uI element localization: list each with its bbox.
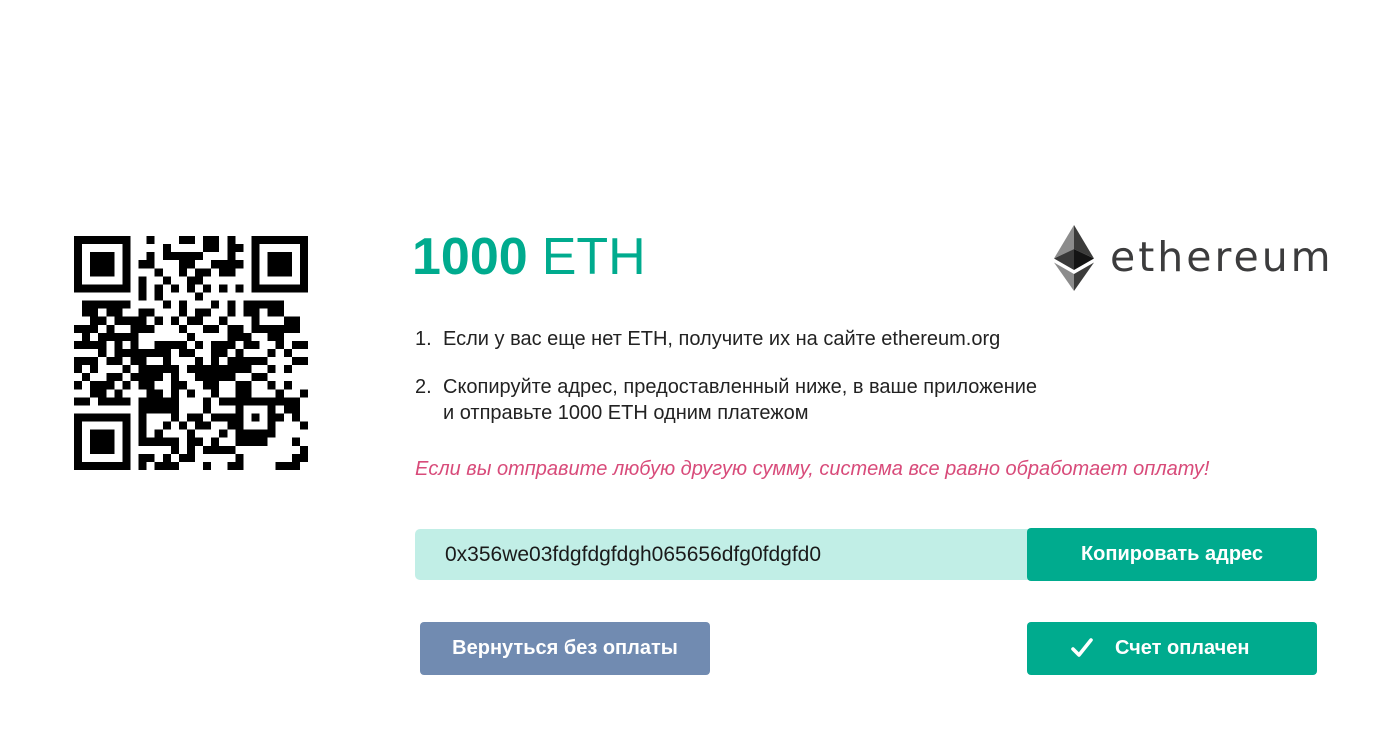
amount-warning: Если вы отправите любую другую сумму, си…	[415, 458, 1210, 480]
logo-text: ethereum	[1110, 233, 1334, 281]
step-text: Если у вас еще нет ETH, получите их на с…	[443, 328, 1001, 350]
instructions-list: 1. Если у вас еще нет ETH, получите их н…	[415, 326, 1115, 426]
payment-page: 1000 ETH ethereum 1. Если у вас еще нет E…	[0, 0, 1400, 750]
step-text-line-1: Скопируйте адрес, предоставленный ниже, …	[443, 376, 1038, 398]
check-icon	[1071, 638, 1093, 658]
instruction-step-2: 2. Скопируйте адрес, предоставленный ниж…	[415, 374, 1115, 426]
payment-amount: 1000 ETH	[412, 222, 646, 292]
ethereum-diamond-icon	[1054, 225, 1094, 291]
step-number: 1.	[415, 328, 432, 350]
amount-currency: ETH	[541, 228, 646, 286]
wallet-address-field[interactable]: 0x356we03fdgfdgfdgh065656dfg0fdgfd0	[415, 529, 1035, 580]
amount-value: 1000	[412, 228, 528, 286]
ethereum-logo: ethereum	[1054, 225, 1331, 291]
instruction-step-1: 1. Если у вас еще нет ETH, получите их н…	[415, 326, 1115, 352]
step-number: 2.	[415, 376, 432, 398]
copy-address-button[interactable]: Копировать адрес	[1027, 528, 1317, 581]
qr-code-icon	[74, 236, 308, 470]
step-text-line-2: и отправьте 1000 ETH одним платежом	[443, 402, 809, 424]
paid-label: Счет оплачен	[1115, 637, 1250, 659]
back-without-payment-button[interactable]: Вернуться без оплаты	[420, 622, 710, 675]
invoice-paid-button[interactable]: Счет оплачен	[1027, 622, 1317, 675]
